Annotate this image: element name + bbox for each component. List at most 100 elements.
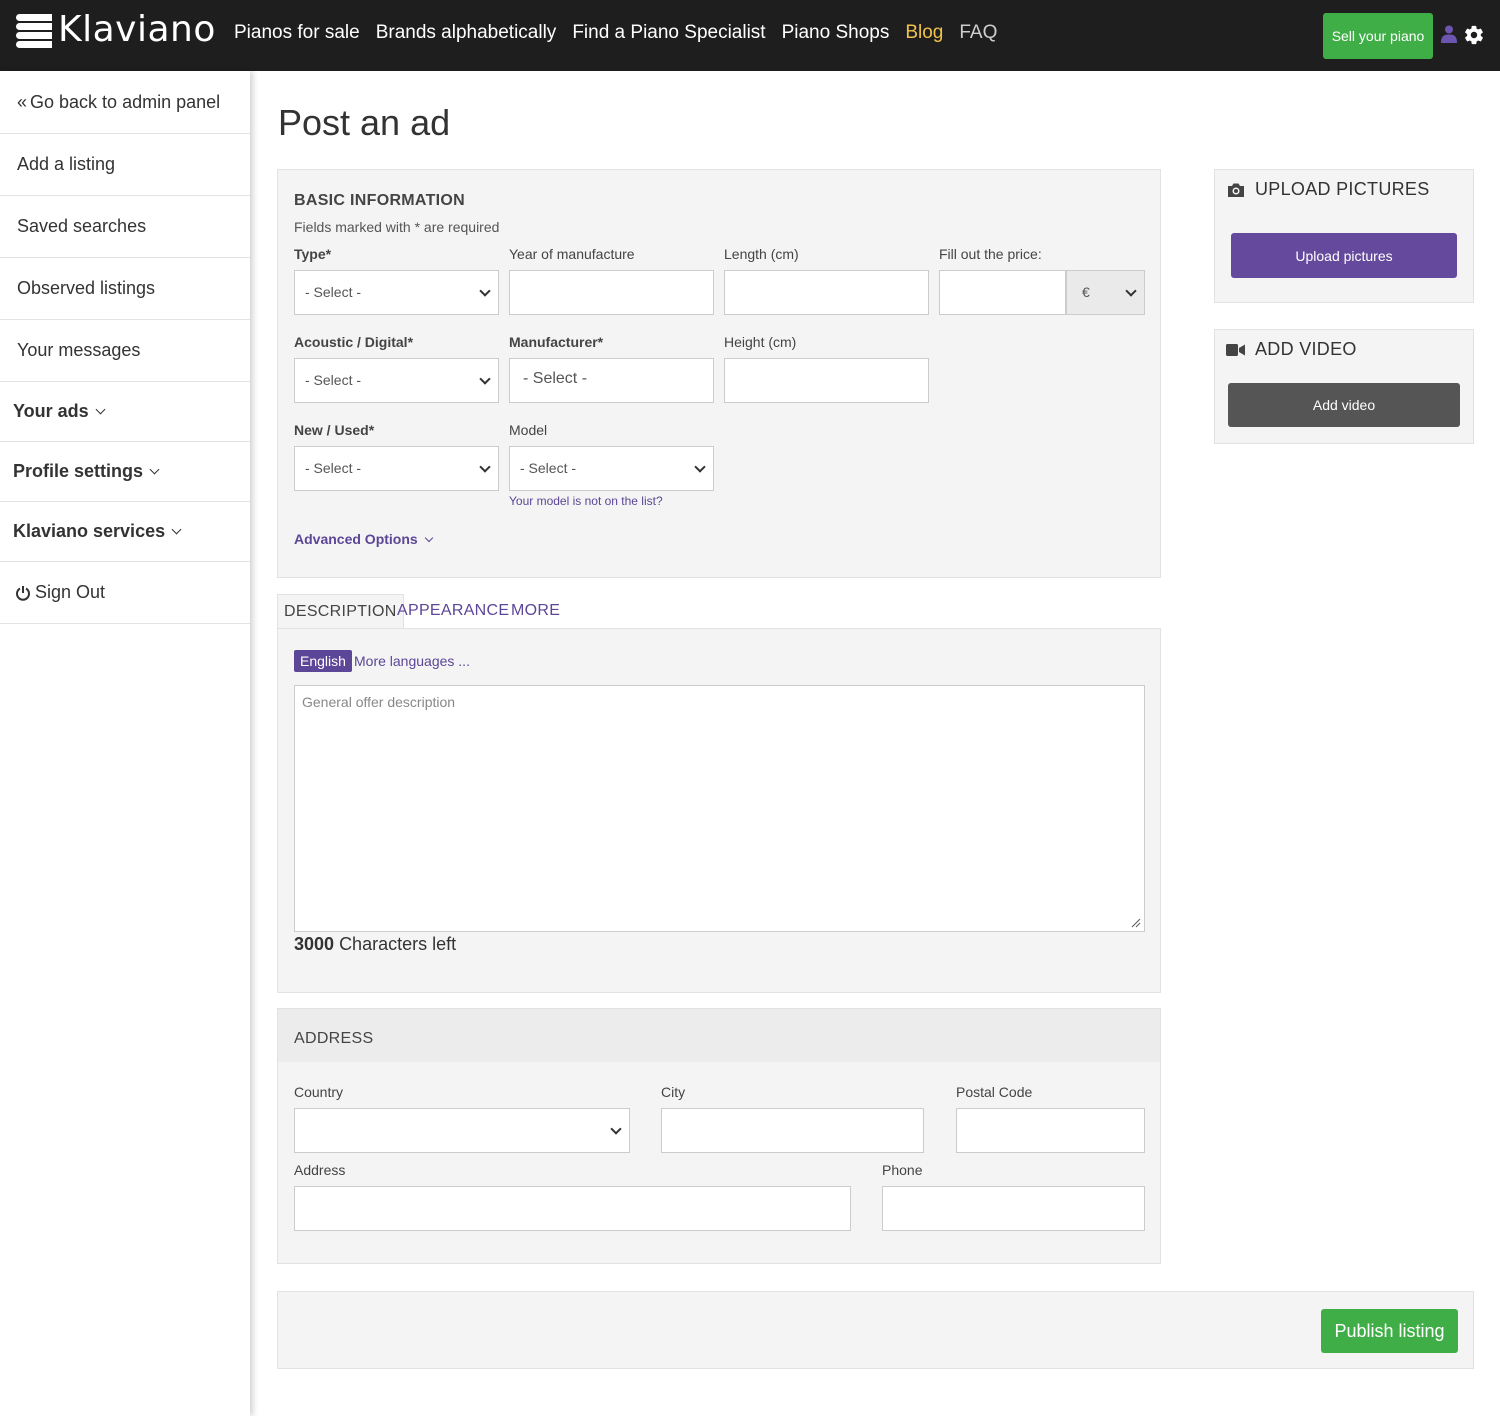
length-input[interactable] (724, 270, 929, 315)
nav-faq[interactable]: FAQ (959, 22, 997, 44)
tab-description[interactable]: DESCRIPTION (277, 594, 404, 629)
tab-more[interactable]: MORE (505, 594, 566, 629)
model-value: - Select - (520, 460, 577, 476)
sidebar-item-saved-searches[interactable]: Saved searches (0, 196, 250, 258)
description-card: English More languages ... General offer… (277, 628, 1161, 993)
new-used-select[interactable]: - Select - (294, 446, 499, 491)
camera-icon (1228, 183, 1244, 197)
chevron-down-icon (479, 285, 491, 297)
description-placeholder: General offer description (302, 694, 456, 710)
double-chevron-left-icon: « (17, 91, 28, 112)
type-select-value: - Select - (305, 284, 362, 300)
chevron-down-icon (149, 464, 160, 474)
basic-information-card: BASIC INFORMATION Fields marked with * a… (277, 169, 1161, 578)
main-nav: Pianos for sale Brands alphabetically Fi… (234, 22, 997, 44)
sidebar-item-add-listing[interactable]: Add a listing (0, 134, 250, 196)
manufacturer-label: Manufacturer* (509, 334, 604, 350)
more-languages-link[interactable]: More languages ... (354, 653, 470, 669)
price-label: Fill out the price: (939, 246, 1042, 262)
manufacturer-select[interactable]: - Select - (509, 358, 714, 403)
logo-text: Klaviano (58, 9, 216, 50)
advanced-options-label: Advanced Options (294, 531, 418, 547)
chevron-down-icon (610, 1123, 622, 1135)
city-input[interactable] (661, 1108, 924, 1153)
postal-code-label: Postal Code (956, 1084, 1033, 1100)
address-header: ADDRESS (278, 1009, 1160, 1062)
section-title: ADDRESS (294, 1030, 374, 1047)
type-label: Type* (294, 246, 332, 262)
country-select[interactable] (294, 1108, 630, 1153)
postal-code-input[interactable] (956, 1108, 1145, 1153)
resize-handle-icon[interactable] (1131, 918, 1141, 928)
height-input[interactable] (724, 358, 929, 403)
country-label: Country (294, 1084, 344, 1100)
klaviano-logo[interactable]: Klaviano (16, 12, 216, 48)
sidebar-item-label: Saved searches (17, 216, 147, 236)
nav-brands[interactable]: Brands alphabetically (376, 22, 557, 44)
sidebar-item-label: Add a listing (17, 154, 116, 174)
city-label: City (661, 1084, 686, 1100)
sidebar-item-observed-listings[interactable]: Observed listings (0, 258, 250, 320)
address-card: ADDRESS Country City Postal Code Address… (277, 1008, 1161, 1264)
address-label: Address (294, 1162, 346, 1178)
language-english-tab[interactable]: English (294, 650, 352, 672)
required-note: Fields marked with * are required (294, 219, 500, 235)
sell-your-piano-button[interactable]: Sell your piano (1323, 13, 1433, 59)
top-navbar: Klaviano Pianos for sale Brands alphabet… (0, 0, 1500, 71)
manufacturer-value: - Select - (523, 370, 588, 387)
chevron-down-icon (424, 533, 433, 543)
description-textarea[interactable]: General offer description (294, 685, 1145, 932)
gear-icon[interactable] (1463, 24, 1485, 46)
chevron-down-icon (694, 461, 706, 473)
phone-input[interactable] (882, 1186, 1145, 1231)
upload-pictures-card: UPLOAD PICTURES Upload pictures (1214, 169, 1474, 303)
currency-value: € (1082, 284, 1090, 300)
acoustic-digital-label: Acoustic / Digital* (294, 334, 414, 350)
page-title: Post an ad (278, 102, 451, 143)
tab-appearance[interactable]: APPEARANCE (391, 594, 515, 629)
model-label: Model (509, 422, 548, 438)
chevron-down-icon (1125, 285, 1137, 297)
add-video-button[interactable]: Add video (1228, 383, 1460, 427)
phone-label: Phone (882, 1162, 923, 1178)
chevron-down-icon (171, 524, 182, 534)
model-select[interactable]: - Select - (509, 446, 714, 491)
add-video-title: ADD VIDEO (1226, 339, 1357, 360)
add-video-title-text: ADD VIDEO (1255, 339, 1357, 359)
power-icon (16, 585, 30, 601)
nav-pianos-for-sale[interactable]: Pianos for sale (234, 22, 360, 44)
upload-pictures-button[interactable]: Upload pictures (1231, 233, 1457, 278)
nav-find-specialist[interactable]: Find a Piano Specialist (572, 22, 765, 44)
sidebar-item-your-messages[interactable]: Your messages (0, 320, 250, 382)
acoustic-digital-select[interactable]: - Select - (294, 358, 499, 403)
publish-listing-button[interactable]: Publish listing (1321, 1309, 1458, 1353)
length-label: Length (cm) (724, 246, 799, 262)
model-not-listed-link[interactable]: Your model is not on the list? (509, 494, 663, 508)
advanced-options-toggle[interactable]: Advanced Options (294, 531, 433, 547)
sidebar-item-label: Profile settings (13, 461, 144, 481)
acoustic-digital-value: - Select - (305, 372, 362, 388)
logo-icon (16, 12, 52, 48)
sidebar-group-profile-settings[interactable]: Profile settings (0, 442, 250, 502)
publish-bar: Publish listing (277, 1291, 1474, 1369)
sidebar-group-your-ads[interactable]: Your ads (0, 382, 250, 442)
sidebar: « Go back to admin panel Add a listing S… (0, 71, 250, 1416)
height-label: Height (cm) (724, 334, 797, 350)
year-input[interactable] (509, 270, 714, 315)
sidebar-back-to-admin[interactable]: « Go back to admin panel (0, 71, 250, 134)
sidebar-item-label: Your ads (13, 401, 89, 421)
price-input[interactable] (939, 270, 1066, 315)
characters-left-count: 3000 (294, 934, 335, 954)
sidebar-group-klaviano-services[interactable]: Klaviano services (0, 502, 250, 562)
address-input[interactable] (294, 1186, 851, 1231)
currency-select[interactable]: € (1066, 270, 1145, 315)
characters-left: 3000 Characters left (294, 934, 456, 955)
upload-pictures-title-text: UPLOAD PICTURES (1255, 179, 1430, 199)
user-icon[interactable] (1441, 25, 1457, 43)
type-select[interactable]: - Select - (294, 270, 499, 315)
nav-piano-shops[interactable]: Piano Shops (782, 22, 890, 44)
sidebar-sign-out[interactable]: Sign Out (0, 562, 250, 624)
video-camera-icon (1226, 343, 1245, 356)
nav-blog[interactable]: Blog (905, 22, 943, 44)
characters-left-text: Characters left (339, 934, 457, 954)
